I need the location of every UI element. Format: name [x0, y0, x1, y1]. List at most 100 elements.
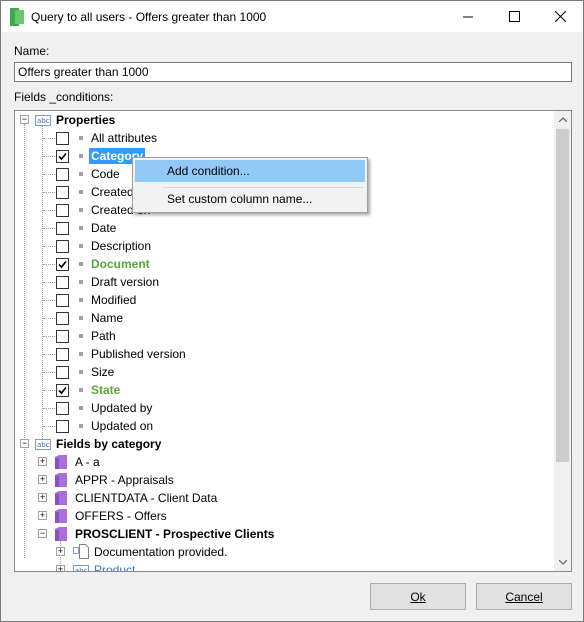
chevron-up-icon: [558, 117, 567, 122]
expand-icon[interactable]: +: [38, 475, 47, 484]
tree-line: [43, 282, 55, 283]
collapse-icon[interactable]: −: [20, 115, 29, 124]
ok-button[interactable]: Ok: [370, 583, 466, 610]
tree-line: [43, 138, 55, 139]
title-bar[interactable]: Query to all users - Offers greater than…: [1, 1, 583, 32]
category-label: A - a: [75, 455, 100, 469]
checkbox[interactable]: [56, 348, 69, 361]
category-node[interactable]: + APPR - Appraisals: [15, 471, 555, 489]
checkbox[interactable]: [56, 222, 69, 235]
category-label: PROSCLIENT - Prospective Clients: [75, 527, 275, 541]
checkbox[interactable]: [56, 186, 69, 199]
tree-node-label: Documentation provided.: [94, 545, 228, 559]
property-item[interactable]: Date: [15, 219, 555, 237]
category-node[interactable]: + OFFERS - Offers: [15, 507, 555, 525]
property-item[interactable]: Size: [15, 363, 555, 381]
attribute-icon: [79, 388, 83, 392]
folder-icon: [55, 491, 67, 505]
property-label: State: [91, 383, 121, 397]
attribute-icon: [79, 280, 83, 284]
checkbox[interactable]: [56, 240, 69, 253]
category-label: OFFERS - Offers: [75, 509, 167, 523]
property-label: Description: [91, 239, 152, 253]
checkbox[interactable]: [56, 204, 69, 217]
tree-node-documentation-provided[interactable]: + Documentation provided.: [15, 543, 555, 561]
scroll-up-button[interactable]: [554, 111, 571, 128]
property-item[interactable]: Name: [15, 309, 555, 327]
collapse-icon[interactable]: −: [38, 529, 47, 538]
property-item[interactable]: Modified: [15, 291, 555, 309]
checkbox-checked[interactable]: [56, 150, 69, 163]
ok-button-label: Ok: [410, 589, 426, 604]
property-label: Document: [91, 257, 150, 271]
svg-text:abc: abc: [75, 567, 88, 572]
tree-line: [43, 354, 55, 355]
document-field-icon: [73, 544, 89, 559]
checkbox[interactable]: [56, 312, 69, 325]
maximize-button[interactable]: [491, 1, 537, 32]
tree-line: [43, 174, 55, 175]
cancel-button[interactable]: Cancel: [476, 583, 572, 610]
attribute-icon: [79, 316, 83, 320]
property-item[interactable]: State: [15, 381, 555, 399]
property-label: Updated by: [91, 401, 153, 415]
tree-node-label: Product: [94, 563, 136, 572]
abc-icon: abc: [73, 565, 89, 572]
set-custom-column-name-menu-item[interactable]: Set custom column name...: [135, 188, 365, 210]
category-node[interactable]: + A - a: [15, 453, 555, 471]
window-title: Query to all users - Offers greater than…: [31, 10, 267, 24]
tree-node-label: Fields by category: [56, 437, 162, 451]
category-node[interactable]: + CLIENTDATA - Client Data: [15, 489, 555, 507]
checkbox[interactable]: [56, 420, 69, 433]
property-item[interactable]: Path: [15, 327, 555, 345]
property-label: Draft version: [91, 275, 160, 289]
attribute-icon: [79, 334, 83, 338]
property-label: Name: [91, 311, 124, 325]
checkbox[interactable]: [56, 330, 69, 343]
add-condition-menu-item[interactable]: Add condition...: [135, 160, 365, 182]
scroll-thumb[interactable]: [556, 129, 569, 462]
property-label: All attributes: [91, 131, 158, 145]
vertical-scrollbar[interactable]: [554, 111, 571, 571]
svg-text:abc: abc: [37, 117, 50, 125]
tree-line: [43, 246, 55, 247]
scroll-down-button[interactable]: [554, 554, 571, 571]
property-item[interactable]: Description: [15, 237, 555, 255]
tree-node-fields-by-category[interactable]: − abc Fields by category: [15, 435, 555, 453]
checkbox[interactable]: [56, 402, 69, 415]
property-item[interactable]: Draft version: [15, 273, 555, 291]
minimize-button[interactable]: [445, 1, 491, 32]
property-item[interactable]: Updated on: [15, 417, 555, 435]
collapse-icon[interactable]: −: [20, 439, 29, 448]
checkbox-checked[interactable]: [56, 258, 69, 271]
expand-icon[interactable]: +: [56, 565, 65, 571]
checkbox[interactable]: [56, 132, 69, 145]
property-item[interactable]: Document: [15, 255, 555, 273]
expand-icon[interactable]: +: [56, 547, 65, 556]
app-icon: [10, 8, 24, 26]
expand-icon[interactable]: +: [38, 493, 47, 502]
tree-line: [43, 426, 55, 427]
property-item[interactable]: All attributes: [15, 129, 555, 147]
close-button[interactable]: [537, 1, 583, 32]
query-dialog: Query to all users - Offers greater than…: [0, 0, 584, 622]
maximize-icon: [508, 11, 520, 22]
folder-icon: [55, 527, 67, 541]
tree-node-properties[interactable]: − abc Properties: [15, 111, 555, 129]
tree-node-product[interactable]: + abc Product: [15, 561, 555, 572]
property-label: Created: [91, 185, 134, 199]
checkbox-checked[interactable]: [56, 384, 69, 397]
name-input[interactable]: [14, 62, 572, 82]
expand-icon[interactable]: +: [38, 511, 47, 520]
tree-line: [43, 264, 55, 265]
expand-icon[interactable]: +: [38, 457, 47, 466]
checkbox[interactable]: [56, 294, 69, 307]
tree-line: [43, 372, 55, 373]
property-item[interactable]: Updated by: [15, 399, 555, 417]
property-item[interactable]: Published version: [15, 345, 555, 363]
category-node[interactable]: − PROSCLIENT - Prospective Clients: [15, 525, 555, 543]
checkbox[interactable]: [56, 366, 69, 379]
checkbox[interactable]: [56, 276, 69, 289]
tree-line: [43, 228, 55, 229]
checkbox[interactable]: [56, 168, 69, 181]
